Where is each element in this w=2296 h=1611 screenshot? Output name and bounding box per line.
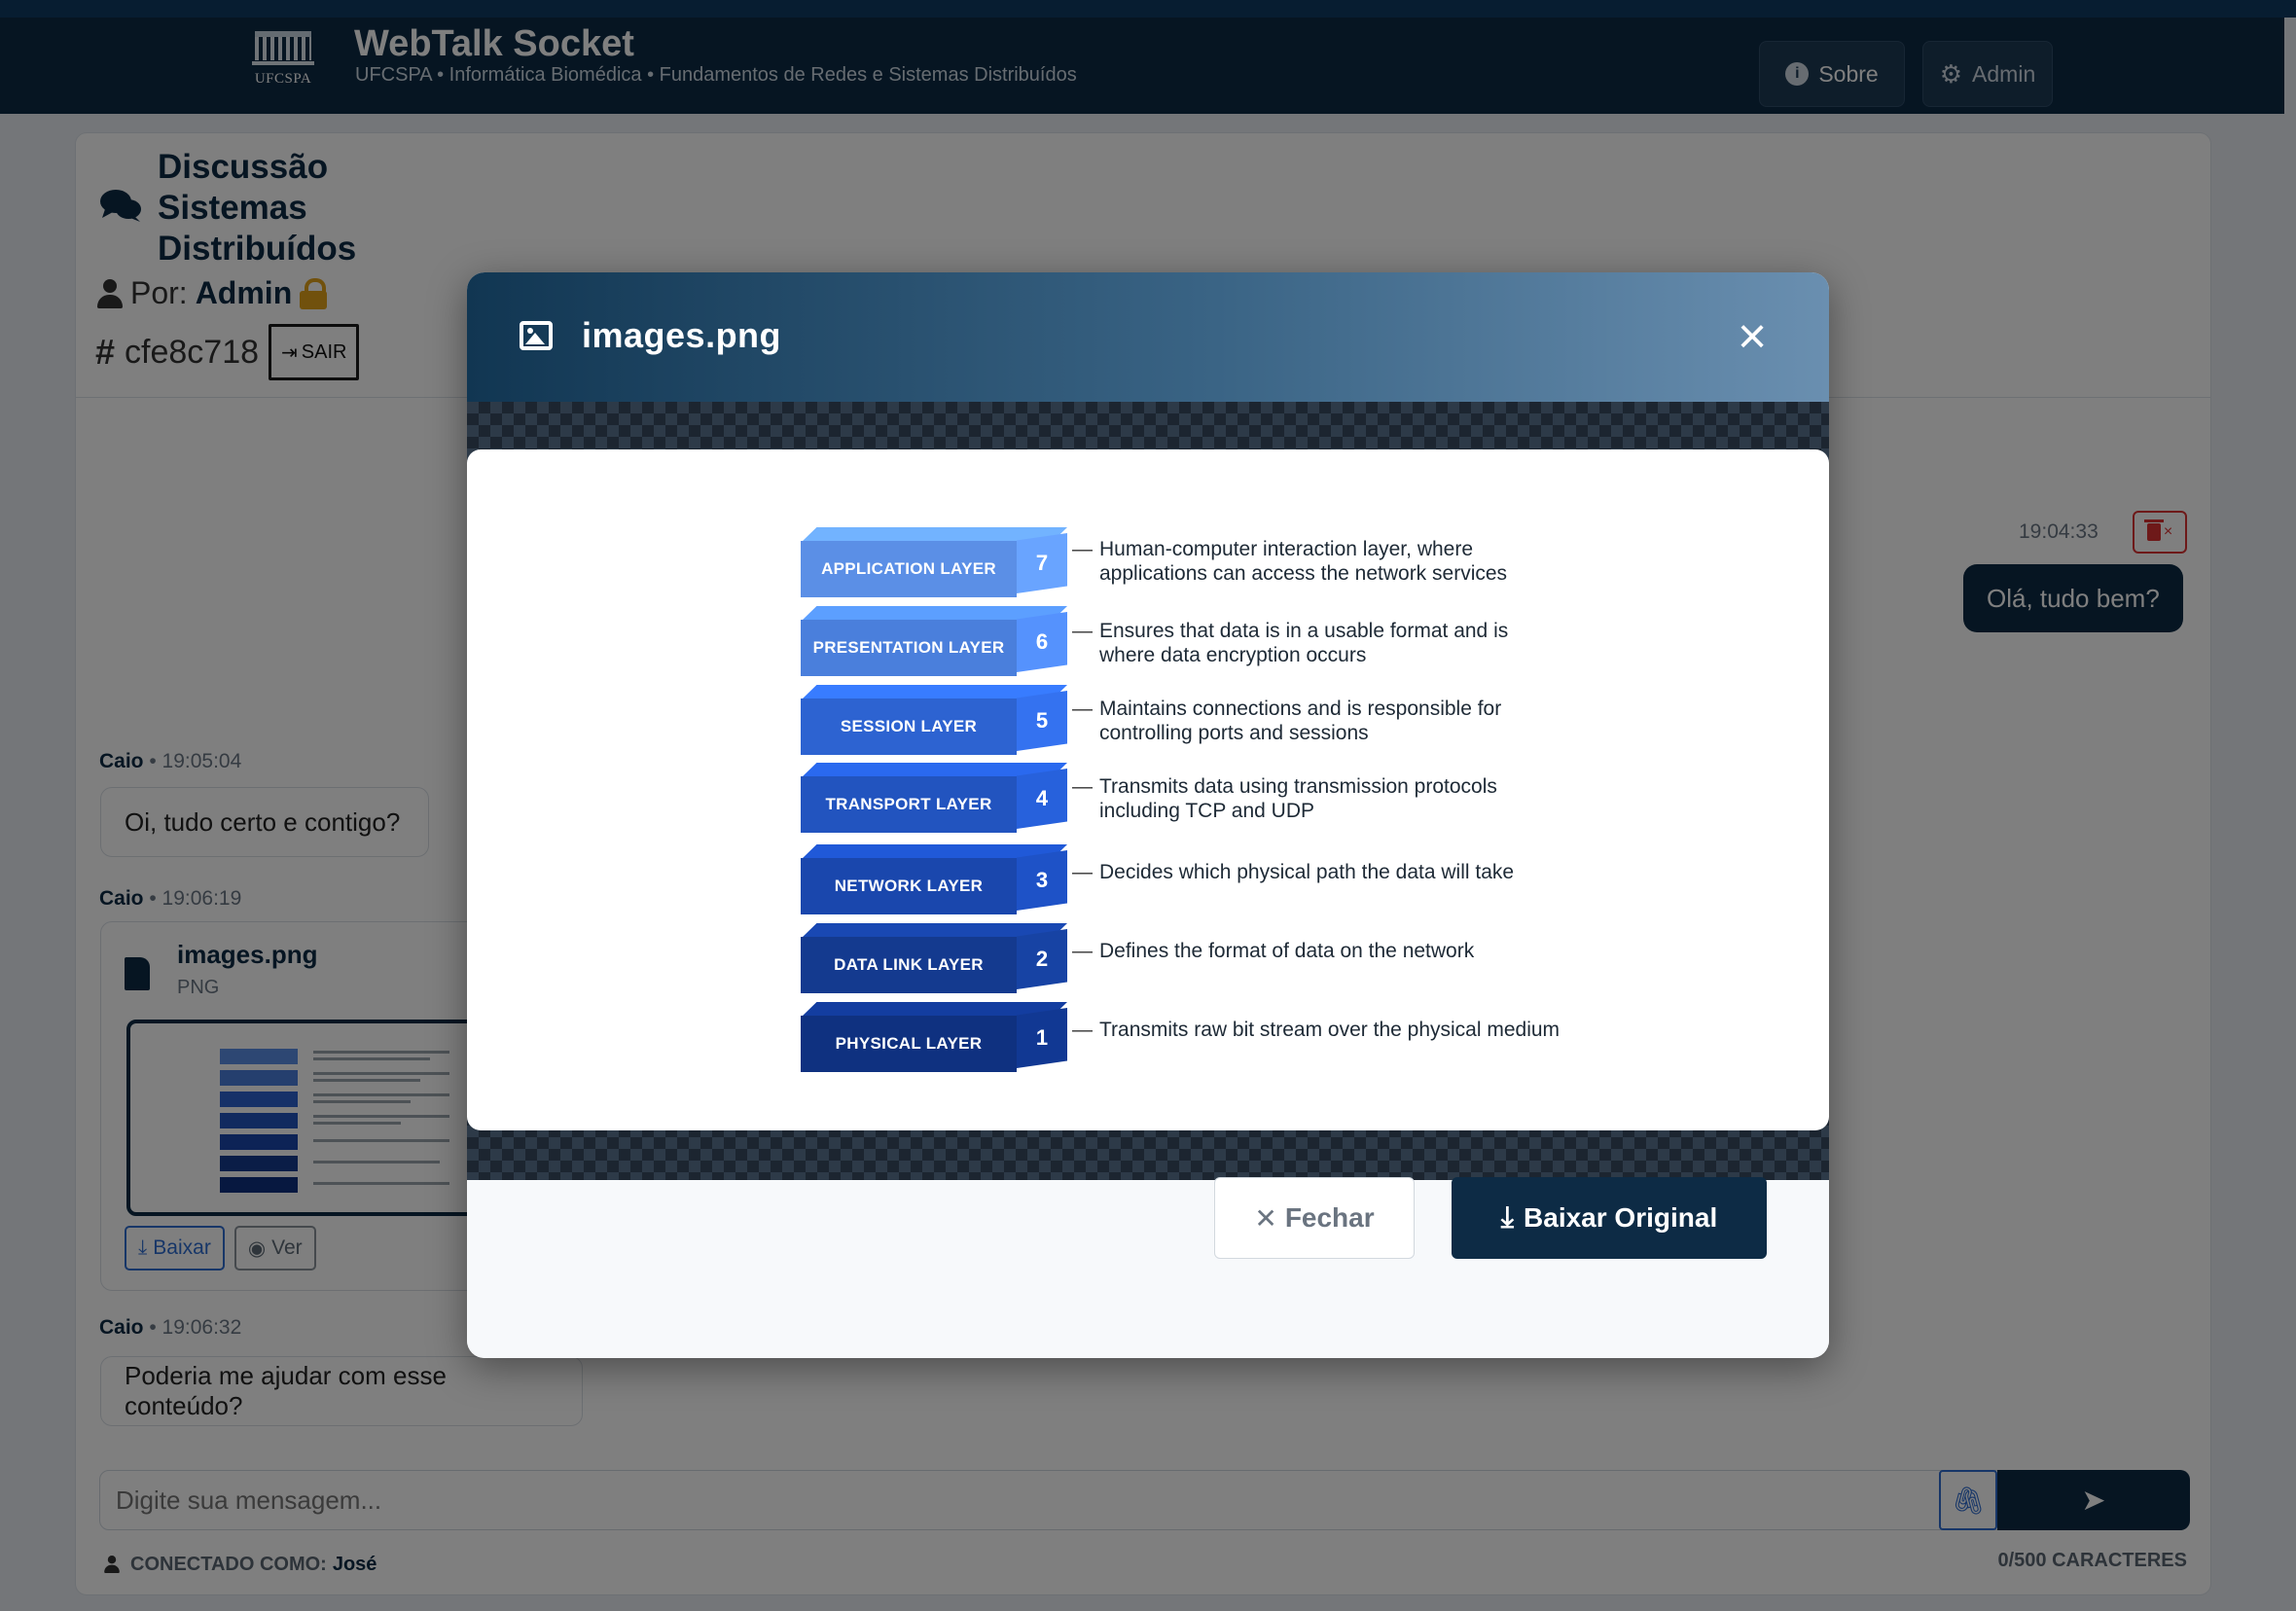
layer-description: Human-computer interaction layer, wherea… xyxy=(1072,537,1508,586)
layer-number: 4 xyxy=(1017,769,1067,829)
times-icon: ✕ xyxy=(1254,1202,1277,1234)
layer-name: TRANSPORT LAYER xyxy=(801,776,1017,833)
layer-name: APPLICATION LAYER xyxy=(801,541,1017,597)
layer-description-line: Defines the format of data on the networ… xyxy=(1099,940,1475,962)
osi-layer-5: SESSION LAYER 5 xyxy=(801,685,1069,759)
layer-description: Transmits raw bit stream over the physic… xyxy=(1072,1018,1561,1042)
osi-layer-3: NETWORK LAYER 3 xyxy=(801,844,1069,918)
image-canvas: APPLICATION LAYER7Human-computer interac… xyxy=(467,402,1829,1180)
osi-layer-2: DATA LINK LAYER 2 xyxy=(801,923,1069,997)
osi-layer-4: TRANSPORT LAYER 4 xyxy=(801,763,1069,837)
layer-description-line: Human-computer interaction layer, where xyxy=(1099,538,1474,560)
layer-description: Decides which physical path the data wil… xyxy=(1072,860,1515,884)
osi-layer-1: PHYSICAL LAYER 1 xyxy=(801,1002,1069,1076)
layer-description: Defines the format of data on the networ… xyxy=(1072,939,1475,963)
layer-name: PRESENTATION LAYER xyxy=(801,620,1017,676)
layer-description-line: Decides which physical path the data wil… xyxy=(1099,861,1515,883)
layer-number: 5 xyxy=(1017,691,1067,751)
layer-name: DATA LINK LAYER xyxy=(801,937,1017,993)
image-icon xyxy=(520,321,553,350)
layer-name: NETWORK LAYER xyxy=(801,858,1017,914)
preview-image: APPLICATION LAYER7Human-computer interac… xyxy=(467,449,1829,1130)
osi-layer-6: PRESENTATION LAYER 6 xyxy=(801,606,1069,680)
layer-description-line: applications can access the network serv… xyxy=(1099,562,1508,585)
layer-name: SESSION LAYER xyxy=(801,698,1017,755)
download-icon: ⤓ xyxy=(1500,1201,1515,1234)
close-modal-button[interactable]: × xyxy=(1732,311,1773,362)
osi-layer-7: APPLICATION LAYER 7 xyxy=(801,527,1069,601)
layer-description: Maintains connections and is responsible… xyxy=(1072,697,1502,745)
layer-description-line: Ensures that data is in a usable format … xyxy=(1099,620,1509,642)
layer-description: Transmits data using transmission protoc… xyxy=(1072,774,1497,823)
layer-description-line: controlling ports and sessions xyxy=(1099,722,1369,744)
layer-description-line: including TCP and UDP xyxy=(1099,800,1315,822)
modal-title: images.png xyxy=(582,315,782,355)
close-button[interactable]: ✕ Fechar xyxy=(1214,1177,1415,1259)
layer-description-line: Transmits raw bit stream over the physic… xyxy=(1099,1019,1561,1041)
layer-description-line: Transmits data using transmission protoc… xyxy=(1099,775,1497,798)
download-original-button[interactable]: ⤓ Baixar Original xyxy=(1452,1177,1767,1259)
layer-description: Ensures that data is in a usable format … xyxy=(1072,619,1509,667)
layer-number: 1 xyxy=(1017,1008,1067,1068)
layer-number: 2 xyxy=(1017,929,1067,989)
layer-description-line: Maintains connections and is responsible… xyxy=(1099,698,1502,720)
layer-description-line: where data encryption occurs xyxy=(1099,644,1367,666)
layer-number: 7 xyxy=(1017,533,1067,593)
modal-header: images.png × xyxy=(467,272,1829,402)
layer-name: PHYSICAL LAYER xyxy=(801,1016,1017,1072)
layer-number: 6 xyxy=(1017,612,1067,672)
image-preview-modal: images.png × APPLICATION LAYER7Human-com… xyxy=(467,272,1829,1358)
layer-number: 3 xyxy=(1017,850,1067,911)
